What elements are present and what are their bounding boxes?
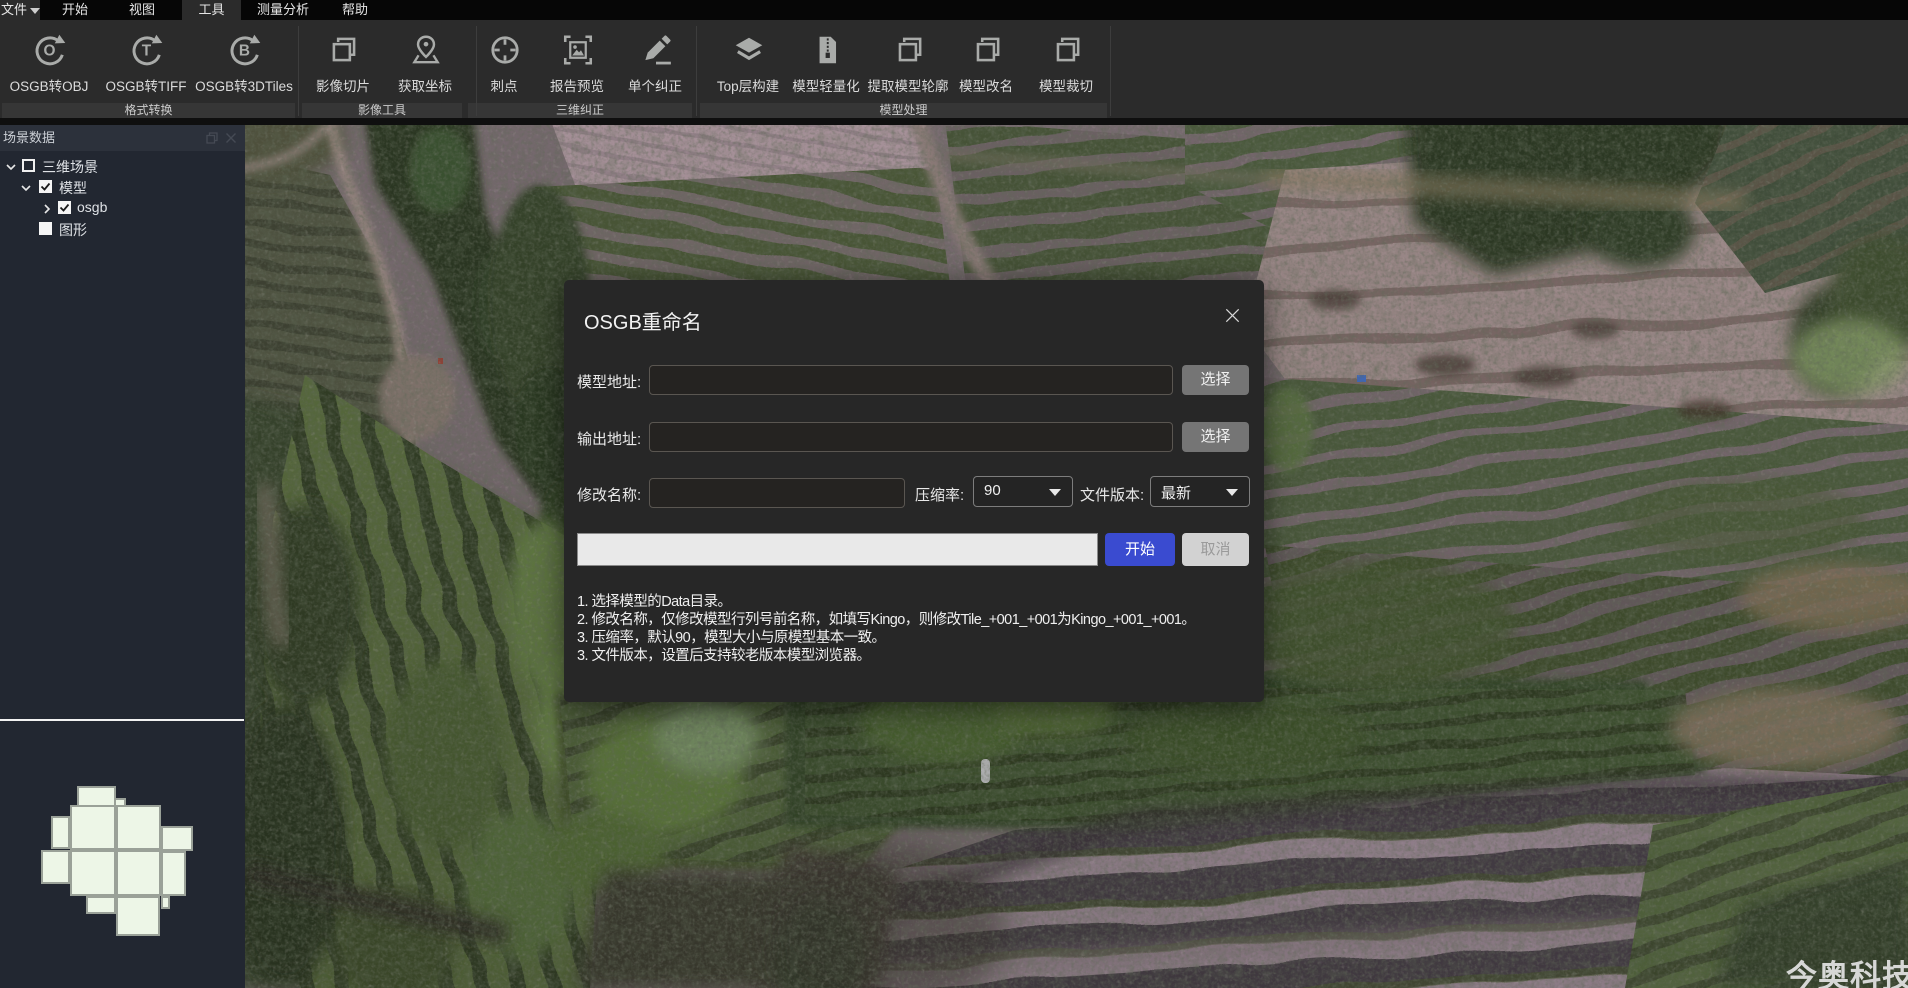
svg-text:O: O (43, 42, 55, 59)
svg-text:T: T (142, 42, 152, 59)
svg-text:B: B (239, 42, 250, 59)
